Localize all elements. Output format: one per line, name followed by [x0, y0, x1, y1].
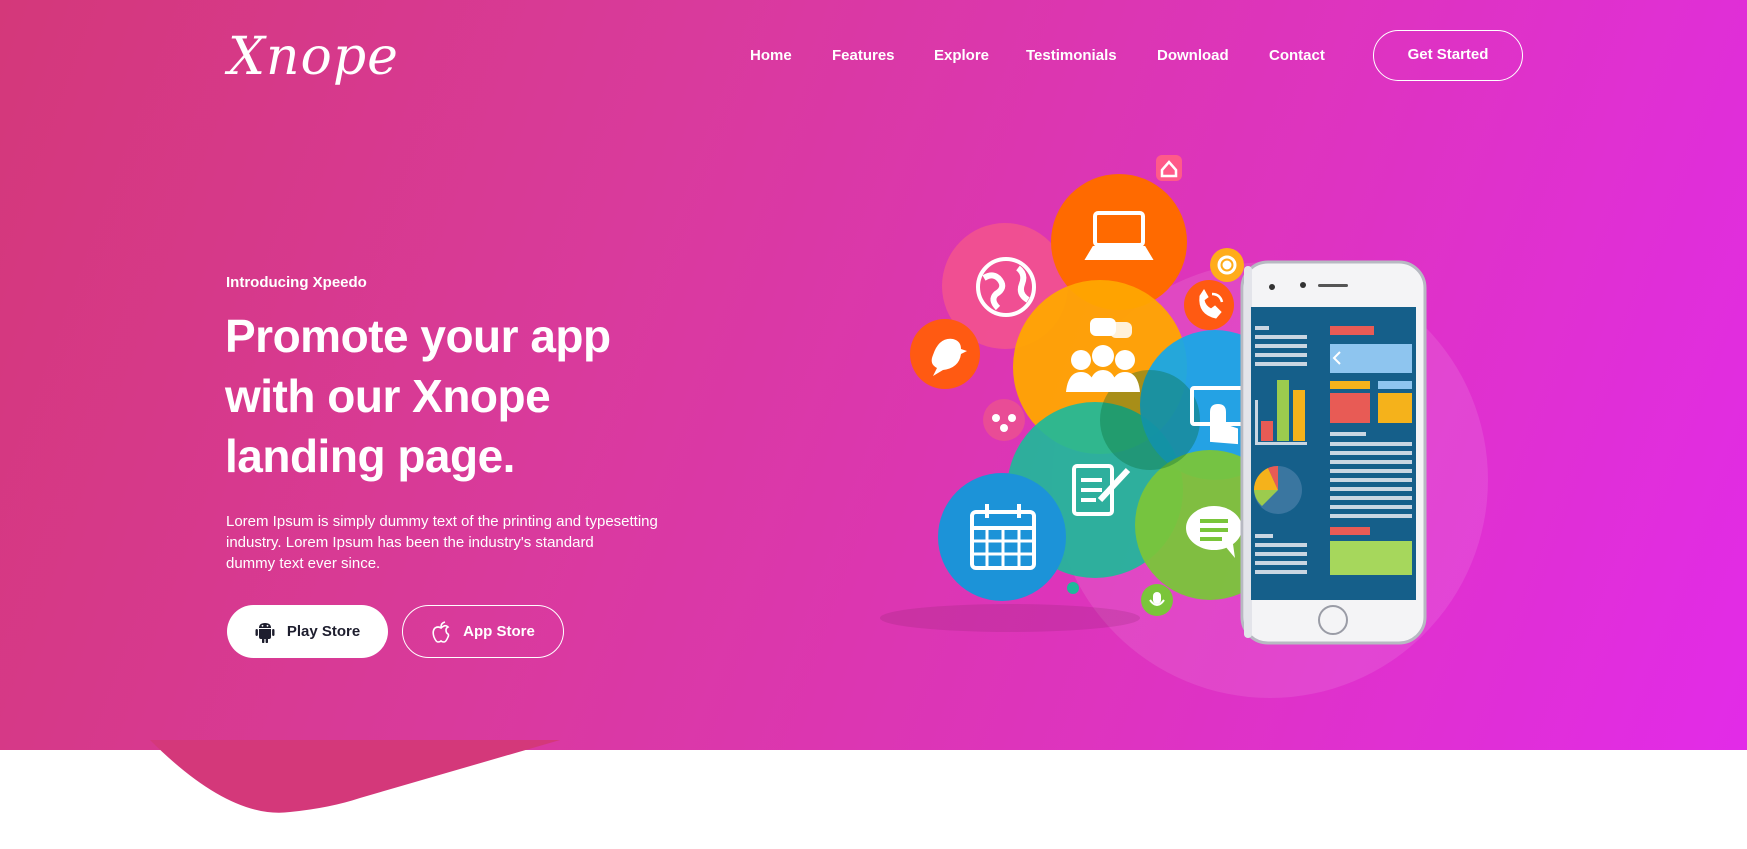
- headline-line-1: Promote your app: [225, 310, 611, 362]
- app-store-button[interactable]: App Store: [402, 605, 564, 658]
- screen-right-column: [1330, 326, 1412, 575]
- mic-icon: [1149, 592, 1165, 606]
- bubble-dark-overlap: [1100, 370, 1200, 470]
- app-store-label: App Store: [463, 623, 535, 640]
- phone-speaker: [1318, 284, 1348, 287]
- bubble-phone-call: [1184, 280, 1234, 330]
- android-icon: [255, 622, 275, 643]
- description-line-2: industry. Lorem Ipsum has been the indus…: [226, 534, 594, 551]
- chat-icon: [1186, 506, 1242, 558]
- globe-icon: [976, 257, 1036, 317]
- nav-explore[interactable]: Explore: [934, 43, 989, 69]
- hero-description: Lorem Ipsum is simply dummy text of the …: [226, 511, 706, 574]
- phone-call-icon: [1199, 289, 1224, 319]
- hero-section: Xnope Home Features Explore Testimonials…: [0, 0, 1747, 750]
- hero-bottom-wave: [150, 740, 560, 813]
- nav-home[interactable]: Home: [750, 43, 792, 69]
- bubble-home-badge: [1156, 155, 1182, 181]
- phone-mockup: [1240, 260, 1427, 645]
- bubble-mic: [1141, 584, 1173, 616]
- description-line-1: Lorem Ipsum is simply dummy text of the …: [226, 513, 658, 530]
- calendar-icon: [970, 504, 1036, 570]
- bubble-green: [1135, 450, 1285, 600]
- gear-icon: [1217, 255, 1237, 275]
- hero-eyebrow: Introducing Xpeedo: [226, 274, 367, 291]
- bubble-calendar: [938, 473, 1066, 601]
- bubble-laptop: [1051, 174, 1187, 310]
- bubble-people: [1013, 280, 1187, 454]
- share-icon: [992, 414, 1016, 432]
- phone-camera: [1300, 282, 1306, 288]
- play-store-label: Play Store: [286, 623, 361, 640]
- bubble-teal: [1007, 402, 1183, 578]
- bubble-share: [983, 399, 1025, 441]
- touch-screen-icon: [1190, 386, 1246, 445]
- bubble-blue: [1140, 330, 1290, 480]
- nav-testimonials[interactable]: Testimonials: [1026, 43, 1117, 69]
- notepad-icon: [1072, 464, 1131, 516]
- bubble-dot: [1067, 582, 1079, 594]
- nav-download[interactable]: Download: [1157, 43, 1229, 69]
- bubble-gear: [1210, 248, 1244, 282]
- bubble-globe: [942, 223, 1068, 349]
- laptop-icon: [1084, 211, 1154, 260]
- bird-icon: [931, 338, 967, 376]
- home-badge-icon: [1160, 160, 1178, 178]
- phone-home-button: [1318, 605, 1348, 635]
- ground-shadow: [880, 604, 1140, 632]
- hero-headline: Promote your app with our Xnope landing …: [225, 306, 745, 486]
- description-line-3: dummy text ever since.: [226, 555, 381, 572]
- headline-line-3: landing page.: [225, 430, 515, 482]
- backdrop-circle: [1052, 262, 1488, 698]
- headline-line-2: with our Xnope: [225, 370, 551, 422]
- bubble-bird: [910, 319, 980, 389]
- play-store-button[interactable]: Play Store: [227, 605, 388, 658]
- screen-left-text: [1255, 326, 1307, 574]
- screen-pie-chart: [1253, 465, 1302, 514]
- get-started-button[interactable]: Get Started: [1373, 30, 1523, 81]
- apple-icon: [432, 620, 450, 643]
- people-icon: [1066, 318, 1140, 392]
- screen-bar-chart: [1255, 380, 1307, 445]
- nav-features[interactable]: Features: [832, 43, 895, 69]
- phone-sensor: [1269, 284, 1275, 290]
- nav-contact[interactable]: Contact: [1269, 43, 1325, 69]
- phone-screen: [1251, 307, 1416, 600]
